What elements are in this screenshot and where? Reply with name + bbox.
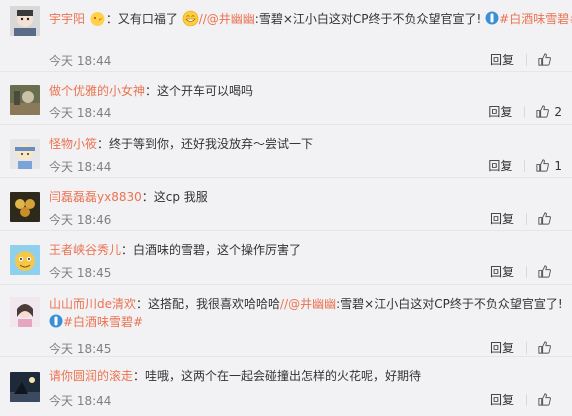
avatar[interactable] bbox=[10, 6, 40, 36]
comment-item: 请你圆润的滚走：哇哦，这两个在一起会碰撞出怎样的火花呢，好期待 今天 18:44… bbox=[0, 357, 572, 416]
mention-link[interactable]: //@井幽幽 bbox=[199, 12, 255, 26]
comment-content: 请你圆润的滚走：哇哦，这两个在一起会碰撞出怎样的火花呢，好期待 bbox=[49, 367, 421, 385]
username-link[interactable]: 怪物小筱 bbox=[49, 137, 97, 151]
comment-content: 王者峡谷秀儿：白酒味的雪碧，这个操作厉害了 bbox=[49, 241, 301, 259]
thumbs-up-icon bbox=[538, 265, 551, 278]
username-link[interactable]: 闫磊磊磊yx8830 bbox=[49, 190, 142, 204]
avatar[interactable] bbox=[10, 245, 40, 275]
comment-content: 闫磊磊磊yx8830：这cp 我服 bbox=[49, 188, 208, 206]
thumbs-up-icon bbox=[538, 341, 551, 354]
reply-button[interactable]: 回复 bbox=[488, 103, 524, 120]
like-button[interactable] bbox=[537, 52, 562, 67]
avatar[interactable] bbox=[10, 372, 40, 402]
separator: ： bbox=[97, 137, 110, 151]
comment-actions: 回复 bbox=[490, 210, 562, 227]
avatar[interactable] bbox=[10, 85, 40, 115]
avatar[interactable] bbox=[10, 192, 40, 222]
comment-text: 白酒味的雪碧，这个操作厉害了 bbox=[133, 243, 302, 257]
thumbs-up-icon bbox=[538, 393, 551, 406]
separator: ： bbox=[105, 12, 118, 26]
divider bbox=[526, 53, 527, 66]
timestamp: 今天 18:44 bbox=[49, 106, 112, 120]
reply-button[interactable]: 回复 bbox=[490, 391, 526, 408]
separator: ： bbox=[145, 84, 158, 98]
like-button[interactable]: 2 bbox=[535, 104, 562, 119]
comment-content: 怪物小筱：终于等到你，还好我没放弃～尝试一下 bbox=[49, 135, 313, 153]
divider bbox=[526, 265, 527, 278]
timestamp: 今天 18:45 bbox=[49, 342, 112, 356]
repost-text: :雪碧×江小白这对CP终于不负众望官宣了! bbox=[336, 297, 563, 311]
comment-text: 又有口福了 bbox=[117, 12, 178, 26]
comment-item: 做个优雅的小女神：这个开车可以喝吗 今天 18:44 回复 2 bbox=[0, 72, 572, 125]
avatar[interactable] bbox=[10, 139, 40, 169]
comment-actions: 回复 1 bbox=[488, 157, 562, 174]
username-link[interactable]: 做个优雅的小女神 bbox=[49, 84, 145, 98]
comment-item: 山山而川de清欢：这搭配，我很喜欢哈哈哈//@井幽幽:雪碧×江小白这对CP终于不… bbox=[0, 285, 572, 357]
username-link[interactable]: 山山而川de清欢 bbox=[49, 297, 136, 311]
like-button[interactable] bbox=[537, 264, 562, 279]
comment-text: 这个开车可以喝吗 bbox=[157, 84, 254, 98]
divider bbox=[524, 159, 526, 172]
like-button[interactable] bbox=[537, 211, 562, 226]
topic-link[interactable]: #白酒味雪碧# bbox=[63, 315, 143, 329]
comment-list: 宇宇阳 ：又有口福了 //@井幽幽:雪碧×江小白这对CP终于不负众望官宣了! #… bbox=[0, 0, 572, 416]
mention-link[interactable]: //@井幽幽 bbox=[280, 297, 336, 311]
reply-button[interactable]: 回复 bbox=[490, 339, 526, 356]
topic-bottle-icon bbox=[49, 314, 63, 328]
comment-item: 王者峡谷秀儿：白酒味的雪碧，这个操作厉害了 今天 18:45 回复 bbox=[0, 231, 572, 285]
comment-content: 做个优雅的小女神：这个开车可以喝吗 bbox=[49, 82, 253, 100]
comment-item: 闫磊磊磊yx8830：这cp 我服 今天 18:46 回复 bbox=[0, 178, 572, 231]
reply-button[interactable]: 回复 bbox=[488, 157, 524, 174]
username-link[interactable]: 请你圆润的滚走 bbox=[49, 369, 133, 383]
comment-text: 哇哦，这两个在一起会碰撞出怎样的火花呢，好期待 bbox=[145, 369, 422, 383]
divider bbox=[524, 105, 526, 118]
thumbs-up-icon bbox=[538, 212, 551, 225]
username-link[interactable]: 王者峡谷秀儿 bbox=[49, 243, 121, 257]
thumbs-up-icon bbox=[538, 53, 551, 66]
divider bbox=[526, 393, 527, 406]
comment-content: 宇宇阳 ：又有口福了 //@井幽幽:雪碧×江小白这对CP终于不负众望官宣了! #… bbox=[49, 10, 572, 28]
topic-bottle-icon bbox=[485, 11, 499, 25]
topic-link[interactable]: #白酒味雪碧# bbox=[499, 12, 572, 26]
avatar[interactable] bbox=[10, 297, 40, 327]
divider bbox=[526, 212, 527, 225]
thumbs-up-icon bbox=[536, 105, 550, 118]
comment-text: 这cp 我服 bbox=[153, 190, 208, 204]
comment-item: 宇宇阳 ：又有口福了 //@井幽幽:雪碧×江小白这对CP终于不负众望官宣了! #… bbox=[0, 0, 572, 72]
like-button[interactable] bbox=[537, 392, 562, 407]
grin-emoji-icon bbox=[182, 10, 199, 27]
comment-actions: 回复 bbox=[490, 339, 562, 356]
comment-actions: 回复 bbox=[490, 263, 562, 280]
reply-button[interactable]: 回复 bbox=[490, 263, 526, 280]
timestamp: 今天 18:44 bbox=[49, 394, 112, 408]
separator: ： bbox=[141, 190, 154, 204]
like-count: 2 bbox=[554, 104, 562, 119]
like-button[interactable]: 1 bbox=[535, 158, 562, 173]
bird-badge-icon bbox=[89, 10, 106, 27]
timestamp: 今天 18:46 bbox=[49, 213, 112, 227]
comment-content-line2: #白酒味雪碧# bbox=[49, 313, 143, 331]
comment-actions: 回复 2 bbox=[488, 103, 562, 120]
comment-actions: 回复 bbox=[490, 51, 562, 68]
comment-actions: 回复 bbox=[490, 391, 562, 408]
username-link[interactable]: 宇宇阳 bbox=[49, 12, 85, 26]
like-count: 1 bbox=[554, 158, 562, 173]
reply-button[interactable]: 回复 bbox=[490, 51, 526, 68]
timestamp: 今天 18:45 bbox=[49, 266, 112, 280]
repost-text: :雪碧×江小白这对CP终于不负众望官宣了! bbox=[254, 12, 482, 26]
comment-item: 怪物小筱：终于等到你，还好我没放弃～尝试一下 今天 18:44 回复 1 bbox=[0, 125, 572, 178]
timestamp: 今天 18:44 bbox=[49, 54, 112, 68]
comment-text: 这搭配，我很喜欢哈哈哈 bbox=[148, 297, 281, 311]
comment-text: 终于等到你，还好我没放弃～尝试一下 bbox=[109, 137, 314, 151]
separator: ： bbox=[121, 243, 134, 257]
divider bbox=[526, 341, 527, 354]
timestamp: 今天 18:44 bbox=[49, 160, 112, 174]
separator: ： bbox=[136, 297, 149, 311]
thumbs-up-icon bbox=[536, 159, 550, 172]
reply-button[interactable]: 回复 bbox=[490, 210, 526, 227]
comment-content: 山山而川de清欢：这搭配，我很喜欢哈哈哈//@井幽幽:雪碧×江小白这对CP终于不… bbox=[49, 295, 563, 313]
like-button[interactable] bbox=[537, 340, 562, 355]
separator: ： bbox=[133, 369, 146, 383]
